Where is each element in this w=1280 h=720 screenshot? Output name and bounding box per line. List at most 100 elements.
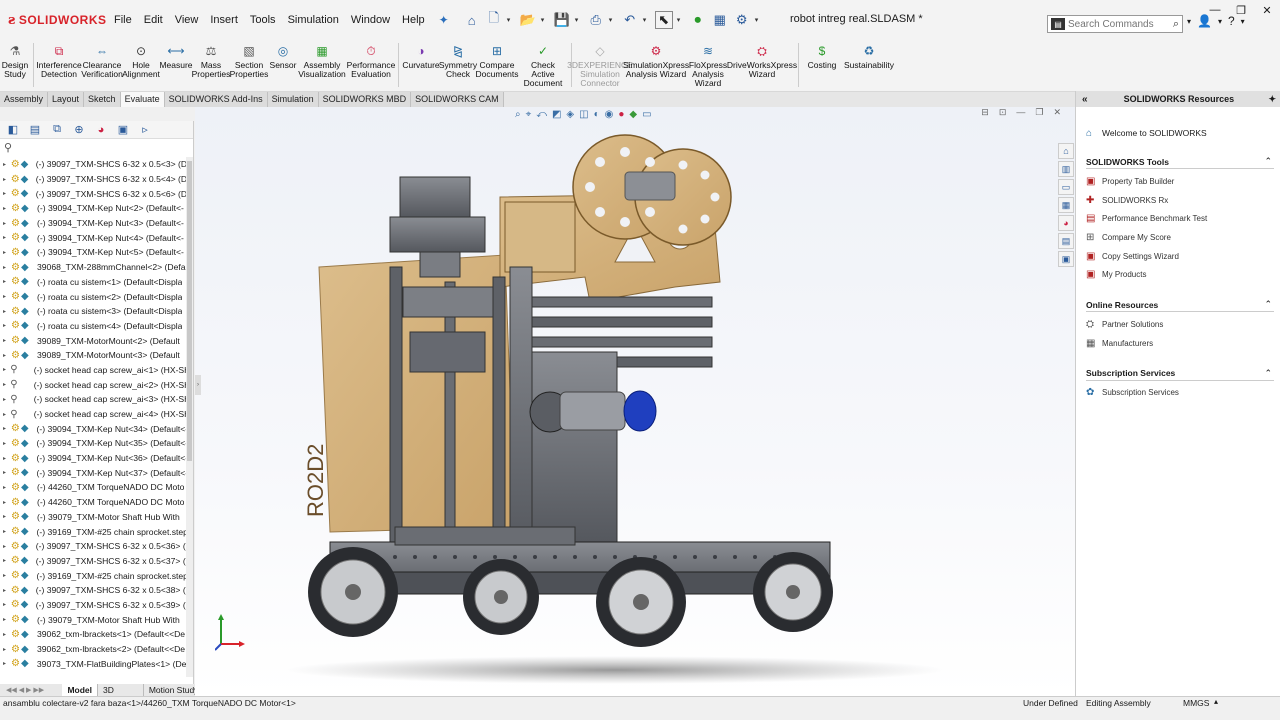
tree-item[interactable]: ▸ ⚲ (-) socket head cap screw_ai<1> (HX-SH… bbox=[0, 363, 186, 378]
cm-tab[interactable]: SOLIDWORKS CAM bbox=[411, 92, 504, 107]
search-scope-icon[interactable]: ▤ bbox=[1051, 18, 1065, 30]
ribbon-button[interactable]: ≋ FloXpress Analysis Wizard bbox=[687, 41, 729, 88]
cm-tab[interactable]: Evaluate bbox=[120, 92, 165, 107]
ribbon-button[interactable]: ⛭ DriveWorksXpress Wizard bbox=[727, 41, 797, 79]
expand-arrow-icon[interactable]: ▸ bbox=[3, 337, 11, 344]
expand-arrow-icon[interactable]: ▸ bbox=[3, 396, 10, 403]
print-icon[interactable]: ⎙ bbox=[587, 11, 605, 29]
print-dropdown-icon[interactable]: ▾ bbox=[609, 16, 617, 24]
tree-item[interactable]: ▸ ⚙ ◆ (-) 39097_TXM-SHCS 6-32 x 0.5<4> (De bbox=[0, 172, 186, 187]
resource-link[interactable]: ▣ My Products bbox=[1086, 265, 1274, 284]
menu-view[interactable]: View bbox=[169, 9, 205, 31]
filter-icon[interactable]: ⚲ bbox=[0, 139, 193, 155]
resource-link[interactable]: ▤ Performance Benchmark Test bbox=[1086, 209, 1274, 228]
ribbon-button[interactable]: ◎ Sensor bbox=[269, 41, 297, 70]
expand-arrow-icon[interactable]: ▸ bbox=[3, 366, 10, 373]
ribbon-button[interactable]: ⟷ Measure bbox=[159, 41, 193, 70]
search-input[interactable] bbox=[1068, 18, 1158, 30]
tree-item[interactable]: ▸ ⚲ (-) socket head cap screw_ai<2> (HX-SH… bbox=[0, 377, 186, 392]
options-icon[interactable]: ⚙ bbox=[733, 11, 751, 29]
resources-tab-icon[interactable]: ⌂ bbox=[1058, 143, 1074, 159]
tree-item[interactable]: ▸ ⚙ ◆ (-) 39094_TXM-Kep Nut<37> (Default<- bbox=[0, 465, 186, 480]
menu-edit[interactable]: Edit bbox=[138, 9, 169, 31]
menu-window[interactable]: Window bbox=[345, 9, 396, 31]
expand-arrow-icon[interactable]: ▸ bbox=[3, 278, 11, 285]
tree-item[interactable]: ▸ ⚙ ◆ (-) 39097_TXM-SHCS 6-32 x 0.5<3> (De bbox=[0, 157, 186, 172]
select-icon[interactable]: ⬉ bbox=[654, 11, 673, 29]
expand-arrow-icon[interactable]: ▸ bbox=[3, 220, 11, 227]
ribbon-button[interactable]: ✓ Check Active Document bbox=[518, 41, 568, 88]
ribbon-button[interactable]: ◇ 3DEXPERIENCE Simulation Connector bbox=[567, 41, 633, 88]
file-properties-icon[interactable]: ▦ bbox=[711, 11, 729, 29]
expand-arrow-icon[interactable]: ▸ bbox=[3, 484, 11, 491]
expand-arrow-icon[interactable]: ▸ bbox=[3, 646, 11, 653]
ribbon-button[interactable]: $ Costing bbox=[802, 41, 842, 70]
resource-link[interactable]: ▦ Manufacturers bbox=[1086, 334, 1274, 353]
open-icon[interactable]: 📂 bbox=[519, 11, 537, 29]
home-icon[interactable]: ⌂ bbox=[463, 11, 481, 29]
collapse-caret-icon[interactable]: ⌃ bbox=[1264, 299, 1272, 310]
tree-item[interactable]: ▸ ⚙ ◆ (-) 39097_TXM-SHCS 6-32 x 0.5<37> (D bbox=[0, 554, 186, 569]
cm-tab[interactable]: Simulation bbox=[267, 92, 319, 107]
tree-item[interactable]: ▸ ⚙ ◆ (-) 44260_TXM TorqueNADO DC Moto bbox=[0, 480, 186, 495]
expand-arrow-icon[interactable]: ▸ bbox=[3, 587, 11, 594]
tree-item[interactable]: ▸ ⚙ ◆ (-) 39079_TXM-Motor Shaft Hub With bbox=[0, 612, 186, 627]
expand-arrow-icon[interactable]: ▸ bbox=[3, 176, 11, 183]
expand-arrow-icon[interactable]: ▸ bbox=[3, 557, 11, 564]
menu-tools[interactable]: Tools bbox=[244, 9, 282, 31]
tab-nav-arrows[interactable]: ◀◀ ◀ ▶ ▶▶ bbox=[0, 686, 62, 694]
expand-arrow-icon[interactable]: ▸ bbox=[3, 543, 11, 550]
feature-manager-tree-icon[interactable]: ◧ bbox=[5, 123, 21, 137]
resource-link[interactable]: ▣ Property Tab Builder bbox=[1086, 172, 1274, 191]
tree-item[interactable]: ▸ ⚙ ◆ (-) 39094_TXM-Kep Nut<5> (Default<- bbox=[0, 245, 186, 260]
undo-icon[interactable]: ↶ bbox=[621, 11, 639, 29]
ribbon-button[interactable]: ⧉ Interference Detection bbox=[36, 41, 81, 79]
menu-simulation[interactable]: Simulation bbox=[282, 9, 345, 31]
cm-tab[interactable]: Assembly bbox=[0, 92, 49, 107]
expand-arrow-icon[interactable]: ▸ bbox=[3, 293, 11, 300]
file-explorer-tab-icon[interactable]: ▭ bbox=[1058, 179, 1074, 195]
cm-tab[interactable]: SOLIDWORKS MBD bbox=[318, 92, 412, 107]
expand-arrow-icon[interactable]: ▸ bbox=[3, 264, 11, 271]
tree-item[interactable]: ▸ ⚙ ◆ (-) roata cu sistem<4> (Default<Displ… bbox=[0, 319, 186, 334]
save-dropdown-icon[interactable]: ▾ bbox=[575, 16, 583, 24]
status-units[interactable]: MMGS bbox=[1183, 698, 1209, 708]
expand-arrow-icon[interactable]: ▸ bbox=[3, 631, 11, 638]
tree-item[interactable]: ▸ ⚙ ◆ 39089_TXM-MotorMount<2> (Default bbox=[0, 333, 186, 348]
tree-item[interactable]: ▸ ⚙ ◆ (-) roata cu sistem<1> (Default<Displ… bbox=[0, 275, 186, 290]
expand-arrow-icon[interactable]: ▸ bbox=[3, 440, 11, 447]
tree-item[interactable]: ▸ ⚙ ◆ (-) 39097_TXM-SHCS 6-32 x 0.5<36> (D bbox=[0, 539, 186, 554]
cm-tab[interactable]: Layout bbox=[48, 92, 85, 107]
expand-arrow-icon[interactable]: ▸ bbox=[3, 205, 11, 212]
expand-arrow-icon[interactable]: ▸ bbox=[3, 455, 11, 462]
expand-arrow-icon[interactable]: ▸ bbox=[3, 616, 11, 623]
menu-help[interactable]: Help bbox=[396, 9, 431, 31]
tree-item[interactable]: ▸ ⚙ ◆ (-) 39094_TXM-Kep Nut<2> (Default<- bbox=[0, 201, 186, 216]
configuration-manager-icon[interactable]: ⧉ bbox=[49, 123, 65, 137]
tree-item[interactable]: ▸ ⚙ ◆ (-) roata cu sistem<2> (Default<Displ… bbox=[0, 289, 186, 304]
tree-item[interactable]: ▸ ⚙ ◆ (-) 39079_TXM-Motor Shaft Hub With bbox=[0, 510, 186, 525]
resource-link[interactable]: ▣ Copy Settings Wizard bbox=[1086, 247, 1274, 266]
design-library-tab-icon[interactable]: ▥ bbox=[1058, 161, 1074, 177]
expand-arrow-icon[interactable]: ▸ bbox=[3, 411, 10, 418]
close-icon[interactable]: ✕ bbox=[1254, 0, 1280, 20]
search-icon[interactable]: ⌕ bbox=[1173, 18, 1179, 31]
new-document-icon[interactable]: 🗋 bbox=[485, 10, 503, 29]
section-header[interactable]: SOLIDWORKS Tools ⌃ bbox=[1086, 155, 1274, 169]
ribbon-button[interactable]: ⚖ Mass Properties bbox=[192, 41, 231, 79]
resource-link[interactable]: ✿ Subscription Services bbox=[1086, 384, 1274, 403]
expand-arrow-icon[interactable]: ▸ bbox=[3, 528, 11, 535]
section-header[interactable]: Online Resources ⌃ bbox=[1086, 298, 1274, 313]
ribbon-button[interactable]: ⧎ Symmetry Check bbox=[439, 41, 477, 79]
tree-item[interactable]: ▸ ⚲ (-) socket head cap screw_ai<3> (HX-SH… bbox=[0, 392, 186, 407]
ribbon-button[interactable]: ▦ Assembly Visualization bbox=[297, 41, 347, 79]
section-header[interactable]: Subscription Services ⌃ bbox=[1086, 367, 1274, 381]
tree-item[interactable]: ▸ ⚙ ◆ (-) 39097_TXM-SHCS 6-32 x 0.5<6> (De bbox=[0, 186, 186, 201]
tree-item[interactable]: ▸ ⚙ ◆ (-) 39097_TXM-SHCS 6-32 x 0.5<39> (D bbox=[0, 598, 186, 613]
cm-tab[interactable]: SOLIDWORKS Add-Ins bbox=[164, 92, 268, 107]
ribbon-button[interactable]: ◑ Curvature bbox=[402, 41, 440, 70]
pin-menu-icon[interactable]: ✦ bbox=[439, 13, 449, 27]
tab-model[interactable]: Model bbox=[62, 684, 99, 696]
tree-item[interactable]: ▸ ⚙ ◆ (-) 39169_TXM-#25 chain sprocket.step bbox=[0, 524, 186, 539]
tree-item[interactable]: ▸ ⚙ ◆ (-) 39094_TXM-Kep Nut<34> (Default<- bbox=[0, 421, 186, 436]
